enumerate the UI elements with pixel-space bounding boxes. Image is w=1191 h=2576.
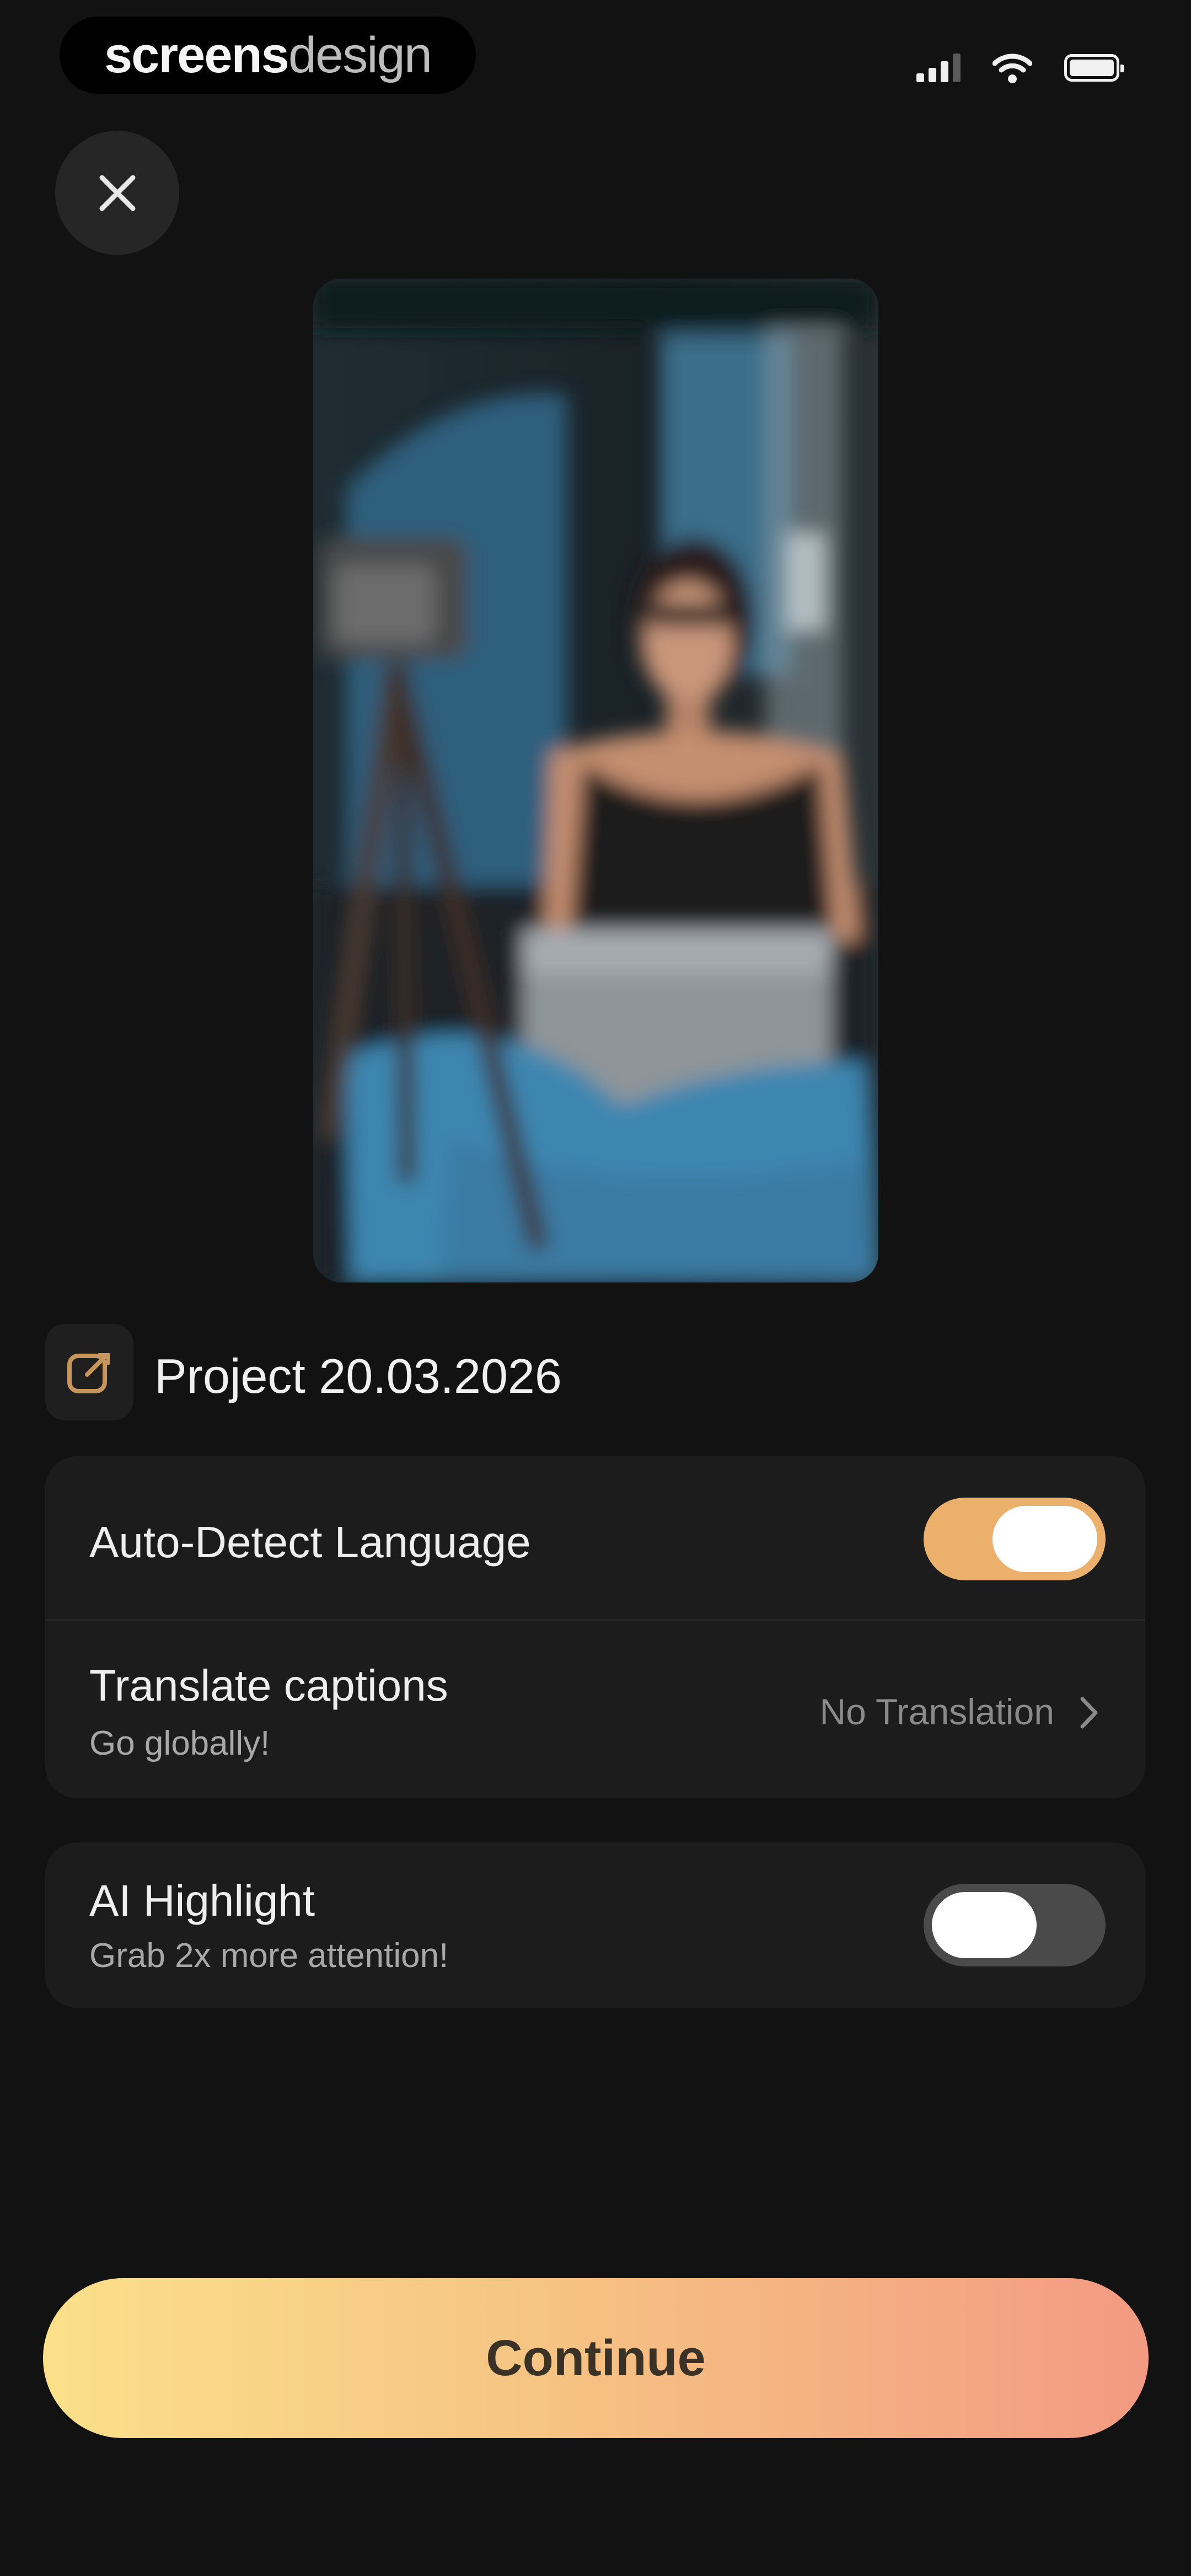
toggle-knob — [993, 1506, 1097, 1572]
ai-highlight-sublabel: Grab 2x more attention! — [89, 1937, 449, 1975]
continue-button[interactable]: Continue — [43, 2278, 1149, 2438]
wifi-icon — [993, 54, 1032, 83]
close-icon — [99, 175, 135, 211]
status-icons — [916, 49, 1124, 87]
translation-value[interactable]: No Translation — [819, 1691, 1054, 1733]
ai-highlight-label: AI Highlight — [89, 1876, 315, 1925]
translate-captions-label: Translate captions — [89, 1661, 448, 1710]
ai-highlight-toggle[interactable] — [924, 1884, 1106, 1966]
edit-project-name-button[interactable] — [45, 1324, 133, 1420]
chevron-right-icon — [1080, 1697, 1098, 1729]
video-preview[interactable] — [313, 279, 878, 1282]
auto-detect-language-label: Auto-Detect Language — [89, 1517, 531, 1567]
brand-logo-part1: screens — [104, 26, 289, 83]
brand-logo: screensdesign — [60, 17, 476, 94]
edit-icon — [67, 1353, 110, 1393]
close-button[interactable] — [55, 131, 179, 255]
video-thumbnail-image — [313, 279, 878, 1282]
caption-settings-card: Auto-Detect Language Translate captions … — [45, 1456, 1145, 1798]
continue-button-label: Continue — [486, 2329, 706, 2386]
auto-detect-language-toggle[interactable] — [924, 1498, 1106, 1580]
battery-icon — [1064, 54, 1124, 82]
cellular-signal-icon — [916, 54, 961, 82]
toggle-knob — [932, 1892, 1037, 1958]
project-title[interactable]: Project 20.03.2026 — [154, 1348, 562, 1404]
brand-logo-part2: design — [288, 26, 432, 83]
translate-captions-sublabel: Go globally! — [89, 1724, 270, 1762]
ai-highlight-card: AI Highlight Grab 2x more attention! — [45, 1842, 1145, 2008]
